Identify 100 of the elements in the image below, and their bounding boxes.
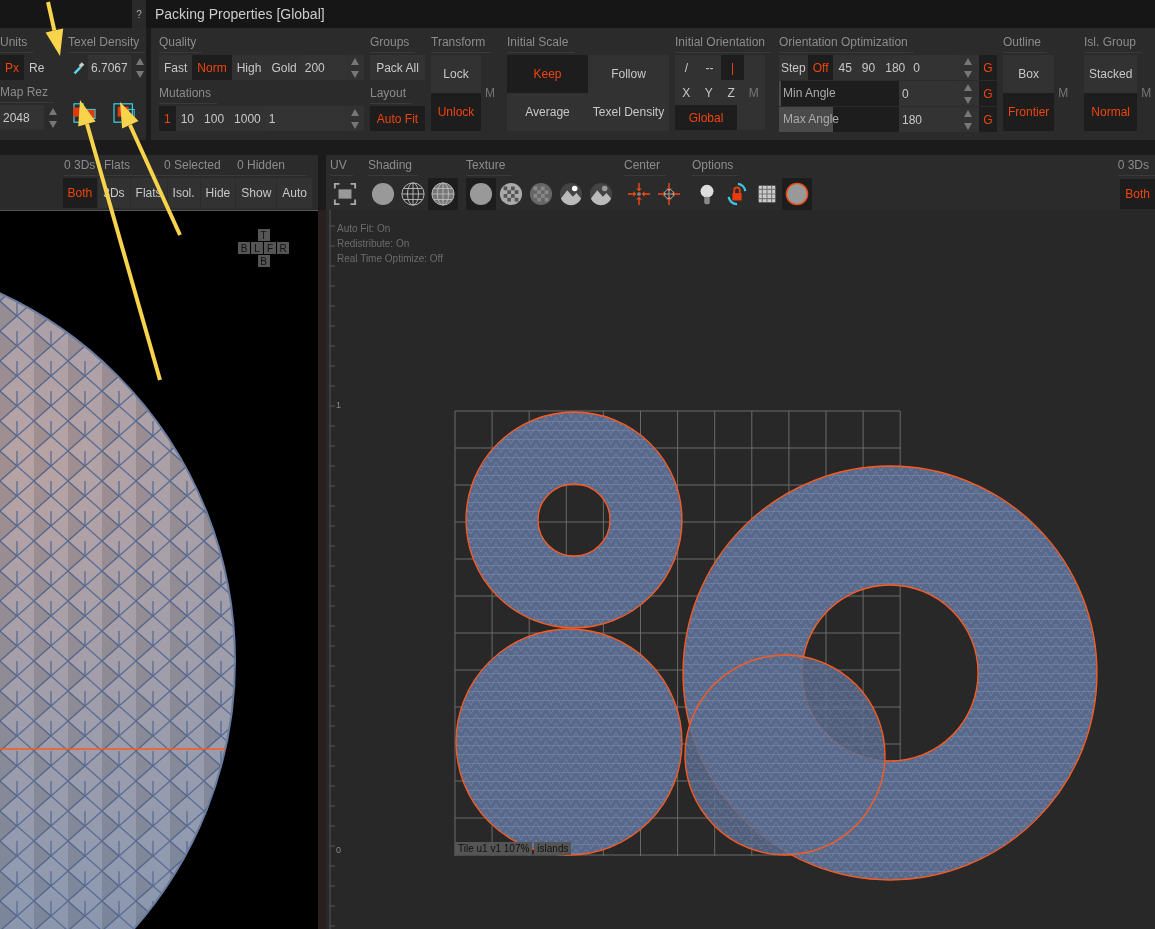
tile-label: Tile u1 v1 107%: [455, 842, 533, 855]
circle-icon: [469, 181, 493, 206]
transform-option[interactable]: Unlock: [431, 93, 481, 131]
status-text: Auto Fit: On: [337, 222, 392, 236]
step-option[interactable]: 180: [880, 55, 911, 80]
filter-button[interactable]: Both: [1120, 178, 1155, 209]
landscape-icon: [589, 181, 613, 206]
lock-sync-icon: [725, 181, 749, 206]
islands-label: islands: [534, 842, 572, 855]
filter-button[interactable]: Auto: [277, 178, 312, 208]
axis-button[interactable]: Y: [697, 80, 720, 105]
group-label: Layout: [370, 83, 413, 104]
group-label: Options: [692, 155, 740, 176]
step-option[interactable]: 45: [833, 55, 857, 80]
mutations-option[interactable]: 10: [175, 106, 200, 131]
count-label: 0 Selected: [159, 155, 234, 176]
unit-toggle[interactable]: Re: [24, 55, 50, 80]
shaded-wireframe-sphere-icon: [431, 181, 455, 206]
slider-label: Max Angle: [783, 111, 840, 128]
slider-label: Min Angle: [783, 85, 836, 102]
group-label: Outline: [1003, 32, 1048, 53]
group-label: Center: [624, 155, 667, 176]
uv-island[interactable]: [684, 654, 886, 856]
map-rez-field[interactable]: 2048: [0, 105, 44, 130]
orientation-option[interactable]: /: [675, 55, 698, 80]
texel-density-field[interactable]: 6.7067: [88, 55, 131, 80]
ruler-label: 0: [336, 845, 341, 855]
uv-island[interactable]: [465, 411, 683, 629]
eyedropper-icon[interactable]: [71, 60, 85, 75]
initial-scale-option[interactable]: Keep: [507, 55, 588, 93]
initial-scale-option[interactable]: Follow: [588, 55, 669, 93]
axis-button[interactable]: X: [675, 80, 698, 105]
toolbar-flat-button[interactable]: [466, 177, 496, 210]
group-label: Quality: [159, 32, 203, 53]
toolbar-wireshaded-button[interactable]: [428, 177, 458, 210]
angle-slider[interactable]: Max Angle: [779, 107, 899, 132]
g-button[interactable]: G: [979, 81, 997, 106]
count-label: Flats: [104, 155, 159, 176]
initial-scale-option[interactable]: Texel Density: [588, 93, 669, 131]
panel-title: Packing Properties [Global]: [155, 6, 325, 22]
count-label: 0 3Ds: [64, 155, 104, 176]
landscape-icon: [559, 181, 583, 206]
group-label: Texture: [466, 155, 512, 176]
global-button[interactable]: Global: [675, 105, 737, 130]
mutations-option[interactable]: 100: [199, 106, 230, 131]
g-button[interactable]: G: [979, 55, 997, 80]
center-globe-icon: [657, 181, 681, 206]
quality-option[interactable]: Fast: [159, 55, 193, 80]
count-label: 0 Hidden: [234, 155, 307, 176]
outline-option[interactable]: Frontier: [1003, 93, 1055, 131]
step-label: Step: [780, 60, 807, 75]
filter-button[interactable]: Show: [236, 178, 277, 208]
group-label: Orientation Optimization: [779, 32, 914, 53]
step-option[interactable]: 90: [856, 55, 881, 80]
checker-sphere-icon: [529, 181, 553, 206]
group-label: Transform: [431, 32, 492, 53]
group-label: Map Rez: [0, 82, 55, 103]
g-button[interactable]: G: [979, 107, 997, 132]
circle-icon: [785, 181, 809, 206]
group-label: UV: [330, 155, 353, 176]
group-label: Texel Density: [68, 32, 146, 53]
group-label: Shading: [368, 155, 419, 176]
uv-island[interactable]: [455, 628, 683, 856]
orientation-option[interactable]: --: [698, 55, 721, 80]
annotation-arrow: [45, 1, 64, 56]
group-label: Isl. Group: [1084, 32, 1143, 53]
group-label: Units: [0, 32, 34, 53]
quality-option[interactable]: High: [231, 55, 267, 80]
filter-button[interactable]: Isol.: [167, 178, 200, 208]
island-group-option[interactable]: Normal: [1084, 93, 1138, 131]
mutations-option[interactable]: 1: [159, 106, 176, 131]
status-text: Redistribute: On: [337, 237, 411, 251]
quality-option[interactable]: Norm: [192, 55, 232, 80]
quality-option[interactable]: Gold: [266, 55, 302, 80]
count-label: 0 3Ds: [1117, 155, 1155, 176]
frame-icon: [333, 181, 357, 206]
pack-all-button[interactable]: Pack All: [370, 55, 425, 80]
mutations-option[interactable]: 1000: [229, 106, 266, 131]
island-group-option[interactable]: Stacked: [1084, 55, 1138, 93]
wireframe-sphere-icon: [401, 181, 425, 206]
initial-scale-option[interactable]: Average: [507, 93, 588, 131]
center-arrows-icon: [627, 181, 651, 206]
help-button[interactable]: ?: [132, 0, 146, 28]
status-text: Real Time Optimize: Off: [337, 252, 443, 266]
filter-button[interactable]: Both: [62, 178, 98, 208]
axis-button[interactable]: Z: [720, 80, 743, 105]
group-label: Initial Scale: [507, 32, 575, 53]
filter-button[interactable]: Hide: [200, 178, 236, 208]
checker-sphere-icon: [499, 181, 523, 206]
orientation-option[interactable]: |: [721, 55, 744, 80]
step-option[interactable]: Off: [807, 55, 834, 80]
auto-fit-button[interactable]: Auto Fit: [370, 106, 425, 131]
ruler-label: 1: [336, 400, 341, 410]
sphere-icon: [371, 181, 395, 206]
transform-option[interactable]: Lock: [431, 55, 481, 93]
unit-toggle[interactable]: Px: [0, 55, 24, 80]
toolbar-circle-button[interactable]: [782, 177, 812, 210]
group-label: Groups: [370, 32, 416, 53]
angle-slider[interactable]: Min Angle: [779, 81, 899, 106]
outline-option[interactable]: Box: [1003, 55, 1055, 93]
